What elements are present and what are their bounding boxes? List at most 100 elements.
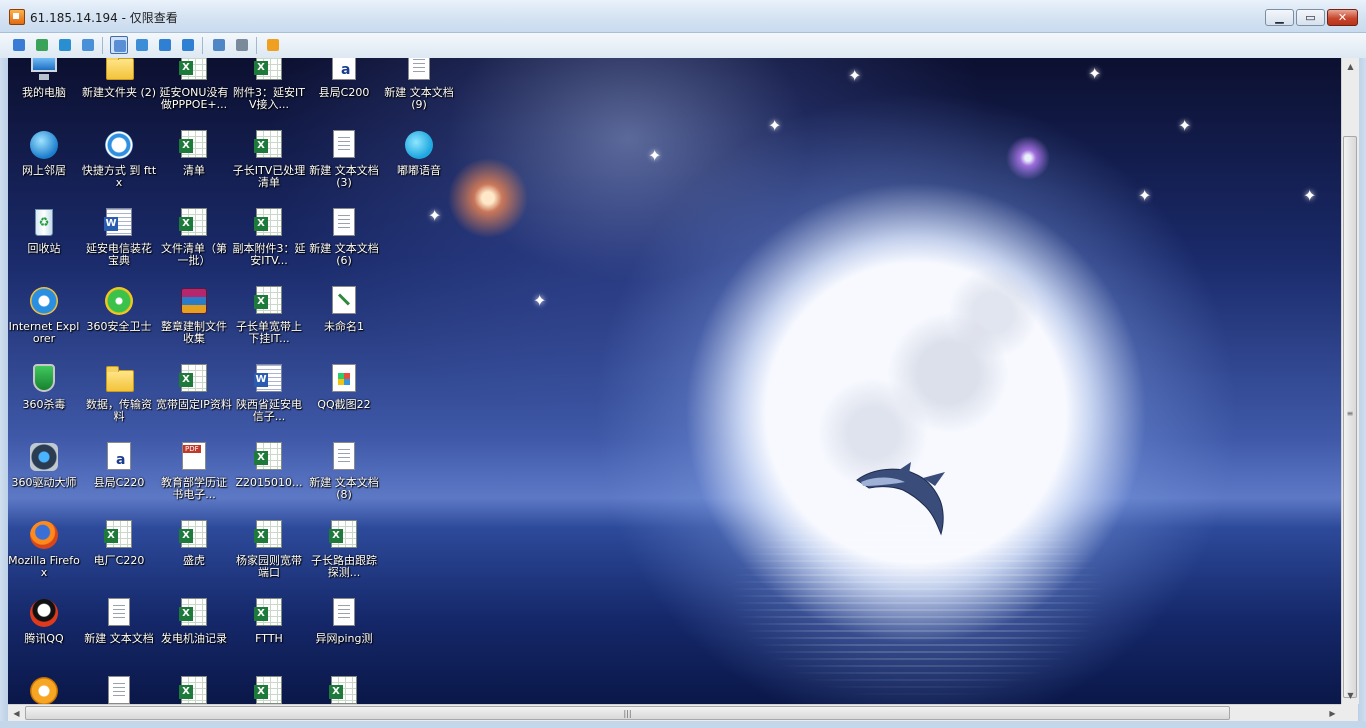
folder-icon xyxy=(102,362,136,396)
window-title: 61.185.14.194 - 仅限查看 xyxy=(30,11,178,25)
desktop-icon[interactable]: 文件清单（第一批） xyxy=(156,206,232,267)
desktop-icon[interactable]: 新建 文本文档 (8) xyxy=(306,440,382,501)
scale-view-button[interactable] xyxy=(133,36,151,54)
close-button[interactable]: ✕ xyxy=(1327,9,1358,26)
desktop-icon-label: 子长路由跟踪探测... xyxy=(311,554,377,579)
desktop-icon[interactable]: 我的电脑 xyxy=(8,58,82,99)
desktop-icon[interactable] xyxy=(231,674,307,704)
desktop-icon[interactable]: Mozilla Firefox xyxy=(8,518,82,579)
desktop-icon[interactable]: 延安电信装花宝典 xyxy=(81,206,157,267)
doca-icon xyxy=(102,440,136,474)
desktop-icon[interactable]: 副本附件3：延安ITV... xyxy=(231,206,307,267)
scroll-left-icon[interactable]: ◀ xyxy=(8,705,25,722)
desktop-icon[interactable]: 县局C220 xyxy=(81,440,157,489)
desktop-icon[interactable]: 新建 文本文档 (6) xyxy=(306,206,382,267)
normal-view-button[interactable] xyxy=(110,36,128,54)
desktop-icon-label: 电厂C220 xyxy=(93,554,145,567)
chat-button[interactable] xyxy=(79,36,97,54)
desktop-icon[interactable]: 陕西省延安电信子... xyxy=(231,362,307,423)
restore-button[interactable]: ▭ xyxy=(1296,9,1325,26)
desktop-icon[interactable] xyxy=(156,674,232,704)
tools-button[interactable] xyxy=(233,36,251,54)
dudu-icon xyxy=(402,128,436,162)
desktop-icon[interactable]: 360杀毒 xyxy=(8,362,82,411)
desktop-icon[interactable]: 整章建制文件收集 xyxy=(156,284,232,345)
desktop-icon[interactable] xyxy=(8,674,82,704)
desktop-icon[interactable]: 新建文件夹 (2) xyxy=(81,58,157,99)
desktop-icon[interactable]: 杨家园则宽带端口 xyxy=(231,518,307,579)
desktop-icon[interactable]: 回收站 xyxy=(8,206,82,255)
desktop-icon[interactable]: 盛虎 xyxy=(156,518,232,567)
desktop-icon[interactable]: 发电机油记录 xyxy=(156,596,232,645)
desktop-icon[interactable]: 电厂C220 xyxy=(81,518,157,567)
scroll-up-icon[interactable]: ▲ xyxy=(1342,58,1359,75)
scroll-grip-icon: ||| xyxy=(623,709,632,718)
desktop-icon[interactable]: 宽带固定IP资料 xyxy=(156,362,232,411)
doc-icon xyxy=(327,206,361,240)
send-ctrl-alt-del-button[interactable] xyxy=(10,36,28,54)
desktop-icon[interactable]: 附件3：延安ITV接入... xyxy=(231,58,307,111)
qq-icon xyxy=(27,596,61,630)
recycle-icon xyxy=(27,206,61,240)
firefox-icon xyxy=(27,518,61,552)
desktop-icon[interactable]: FTTH xyxy=(231,596,307,645)
desktop-icon[interactable]: 子长路由跟踪探测... xyxy=(306,518,382,579)
star-decoration: ✦ xyxy=(1138,186,1152,205)
star-decoration: ✦ xyxy=(1303,186,1317,205)
restore-icon: ▭ xyxy=(1305,11,1316,24)
desktop-icon[interactable]: 子长单宽带上下挂IT... xyxy=(231,284,307,345)
desktop-icon[interactable]: 嘟嘟语音 xyxy=(381,128,457,177)
xls-icon xyxy=(252,206,286,240)
normal-view-icon xyxy=(114,40,126,52)
disconnect-button[interactable] xyxy=(264,36,282,54)
desktop-icon[interactable]: 异网ping测 xyxy=(306,596,382,645)
desktop-icon-label: 文件清单（第一批） xyxy=(161,242,227,267)
vertical-scroll-thumb[interactable]: ≡ xyxy=(1343,136,1357,698)
desktop-icon[interactable] xyxy=(81,674,157,704)
toolbar-separator xyxy=(256,37,257,54)
send-ctrl-alt-del-icon xyxy=(13,39,25,51)
minimize-button[interactable]: ▁ xyxy=(1265,9,1294,26)
horizontal-scroll-thumb[interactable]: ||| xyxy=(25,706,1230,720)
fit-window-button[interactable] xyxy=(179,36,197,54)
vertical-scrollbar[interactable]: ▲ ≡ ▼ xyxy=(1341,58,1359,704)
desktop-icon[interactable]: 未命名1 xyxy=(306,284,382,333)
remote-desktop[interactable]: ✦ ✦ ✦ ✦ ✦ ✦ ✦ ✦ ✦ 我的电脑 新建文件夹 (2)延安ONU没有做P… xyxy=(8,58,1341,704)
xls-icon xyxy=(177,128,211,162)
desktop-icon[interactable]: 新建 文本文档 xyxy=(81,596,157,645)
desktop-icon-label: 清单 xyxy=(183,164,205,177)
desktop-icon[interactable] xyxy=(306,674,382,704)
desktop-icon[interactable]: 快捷方式 到 fttx xyxy=(81,128,157,189)
desktop-icon[interactable]: 延安ONU没有做PPPOE+... xyxy=(156,58,232,111)
desktop-icon[interactable]: 网上邻居 xyxy=(8,128,82,177)
desktop-icon[interactable]: 新建 文本文档 (9) xyxy=(381,58,457,111)
desktop-icon[interactable]: 腾讯QQ xyxy=(8,596,82,645)
close-icon: ✕ xyxy=(1337,11,1348,24)
doca-icon xyxy=(327,58,361,84)
transfer-button[interactable] xyxy=(33,36,51,54)
desktop-icon[interactable]: 360驱动大师 xyxy=(8,440,82,489)
desktop-icon[interactable]: 教育部学历证书电子... xyxy=(156,440,232,501)
desktop-icon-label: Z2015010... xyxy=(235,476,303,489)
desktop-icon[interactable]: 新建 文本文档 (3) xyxy=(306,128,382,189)
desktop-icon[interactable]: 360安全卫士 xyxy=(81,284,157,333)
star-decoration: ✦ xyxy=(768,116,782,135)
desktop-icon[interactable]: 数据，传输资料 xyxy=(81,362,157,423)
xls-icon xyxy=(177,596,211,630)
phone-button[interactable] xyxy=(56,36,74,54)
desktop-icon[interactable]: 县局C200 xyxy=(306,58,382,99)
folder-icon xyxy=(102,58,136,84)
doc-icon xyxy=(327,128,361,162)
desktop-icon[interactable]: 清单 xyxy=(156,128,232,177)
horizontal-scrollbar[interactable]: ◀ ||| ▶ xyxy=(8,704,1341,722)
fullscreen-button[interactable] xyxy=(156,36,174,54)
scroll-right-icon[interactable]: ▶ xyxy=(1324,705,1341,722)
desktop-icon[interactable]: QQ截图22 xyxy=(306,362,382,411)
scroll-down-icon[interactable]: ▼ xyxy=(1342,687,1359,704)
desktop-icon-label: 陕西省延安电信子... xyxy=(236,398,302,423)
desktop-icon-label: Internet Explorer xyxy=(8,320,80,345)
desktop-icon[interactable]: 子长ITV已处理清单 xyxy=(231,128,307,189)
desktop-icon[interactable]: Internet Explorer xyxy=(8,284,82,345)
screenshot-button[interactable] xyxy=(210,36,228,54)
desktop-icon[interactable]: Z2015010... xyxy=(231,440,307,489)
